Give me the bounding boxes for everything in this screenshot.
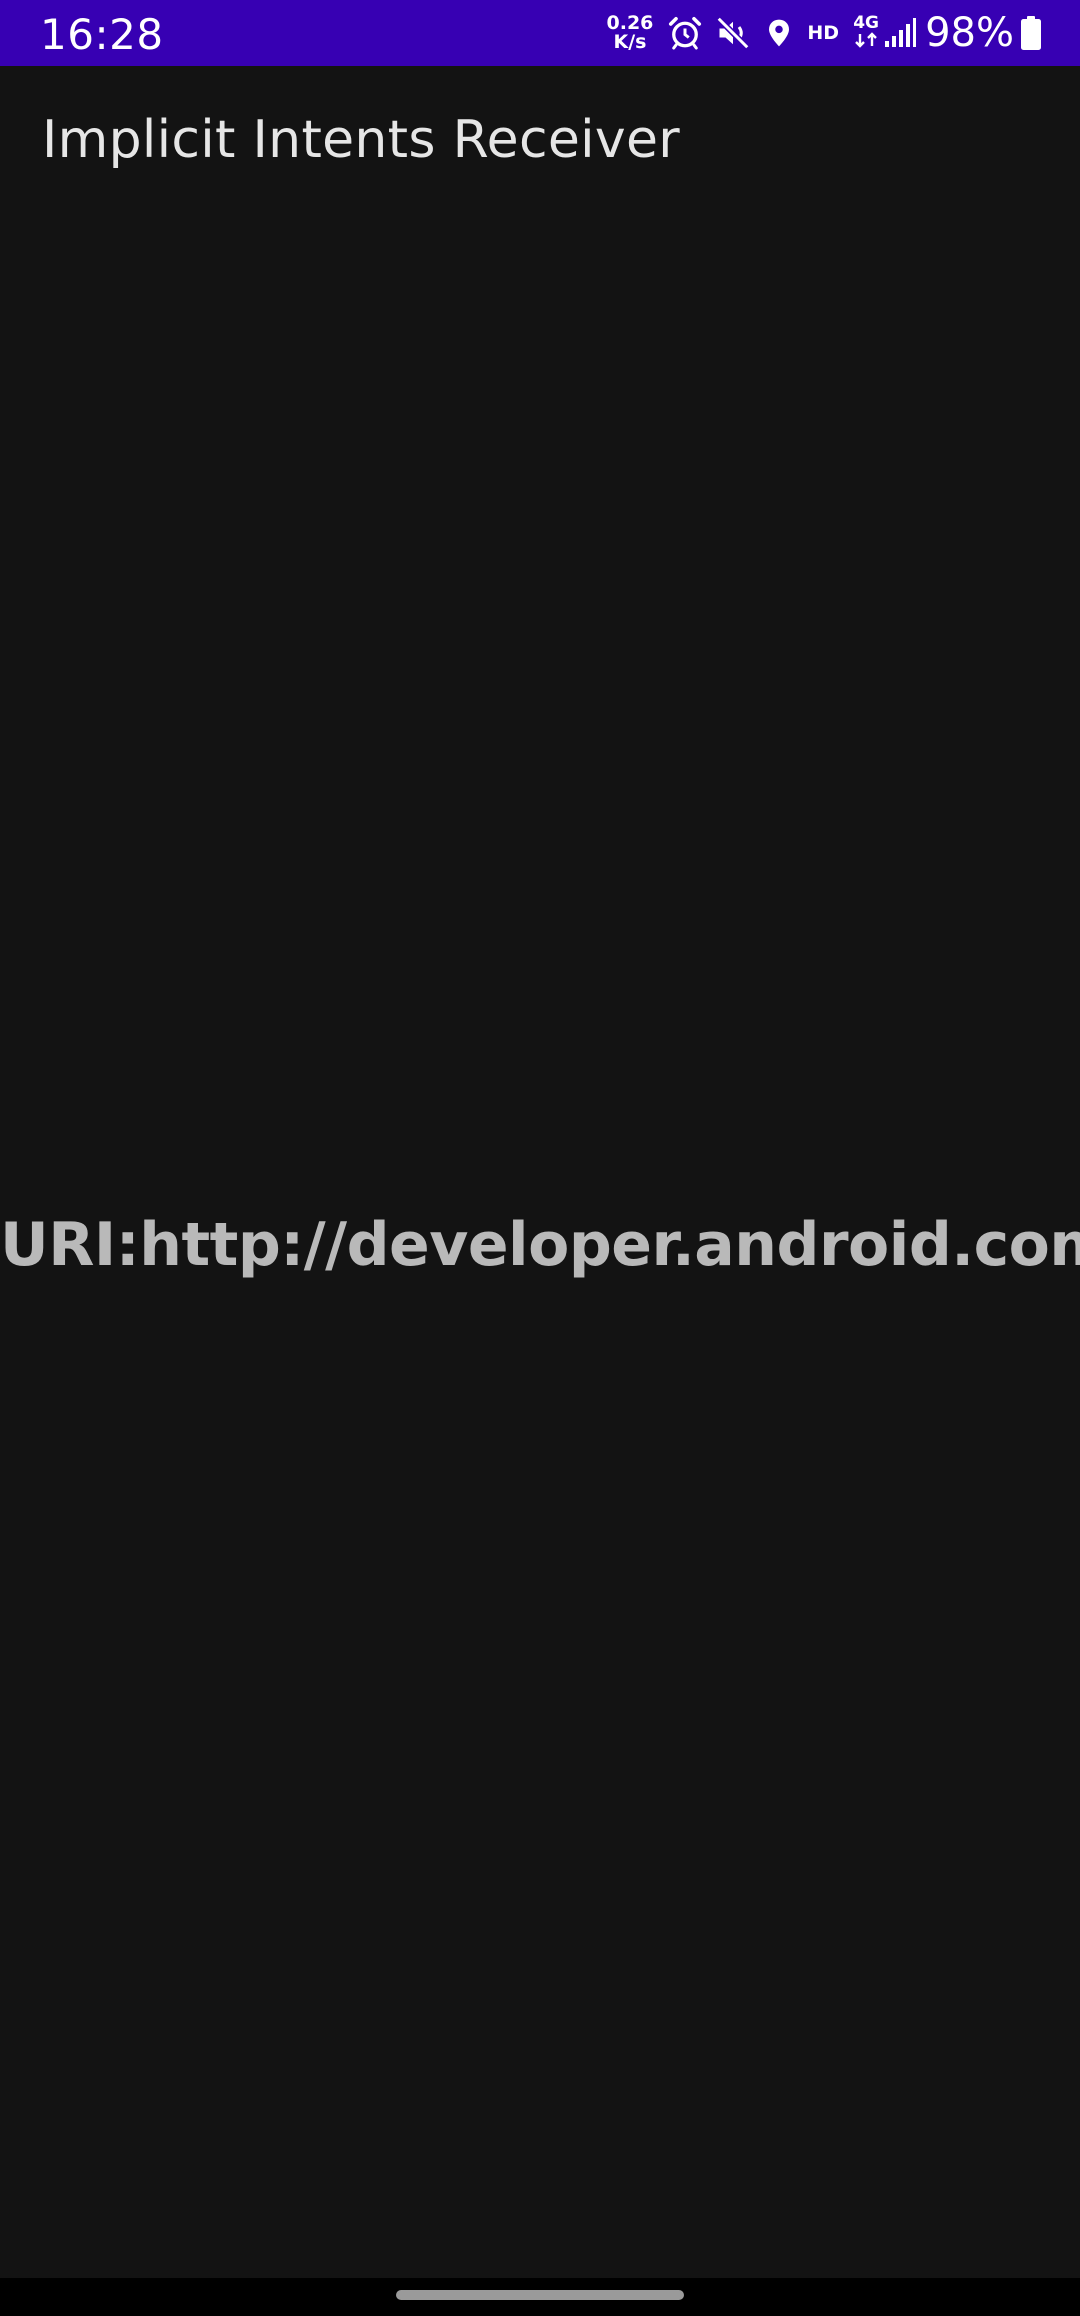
network-type-label: 4G — [853, 12, 879, 33]
alarm-icon — [667, 15, 703, 51]
location-icon — [763, 15, 795, 51]
hd-badge: HD — [807, 22, 840, 44]
status-icons: 0.26 K/s HD 4G 98% — [607, 0, 1042, 66]
data-arrows-icon — [853, 31, 879, 52]
network-speed-unit: K/s — [613, 31, 647, 53]
navigation-bar — [0, 2278, 1080, 2316]
status-time: 16:28 — [40, 10, 164, 59]
status-bar: 16:28 0.26 K/s HD 4G 98% — [0, 0, 1080, 66]
network-speed: 0.26 K/s — [607, 14, 654, 52]
signal-icon — [883, 15, 917, 51]
app-title: Implicit Intents Receiver — [42, 110, 680, 170]
battery-percent: 98% — [925, 10, 1014, 56]
screen: 16:28 0.26 K/s HD 4G 98% Implicit Intent… — [0, 0, 1080, 2316]
uri-text: URI:http://developer.android.com — [0, 1210, 1080, 1280]
network-type: 4G — [853, 12, 879, 52]
gesture-handle[interactable] — [396, 2290, 684, 2300]
battery-icon — [1020, 15, 1042, 51]
mute-icon — [715, 15, 751, 51]
